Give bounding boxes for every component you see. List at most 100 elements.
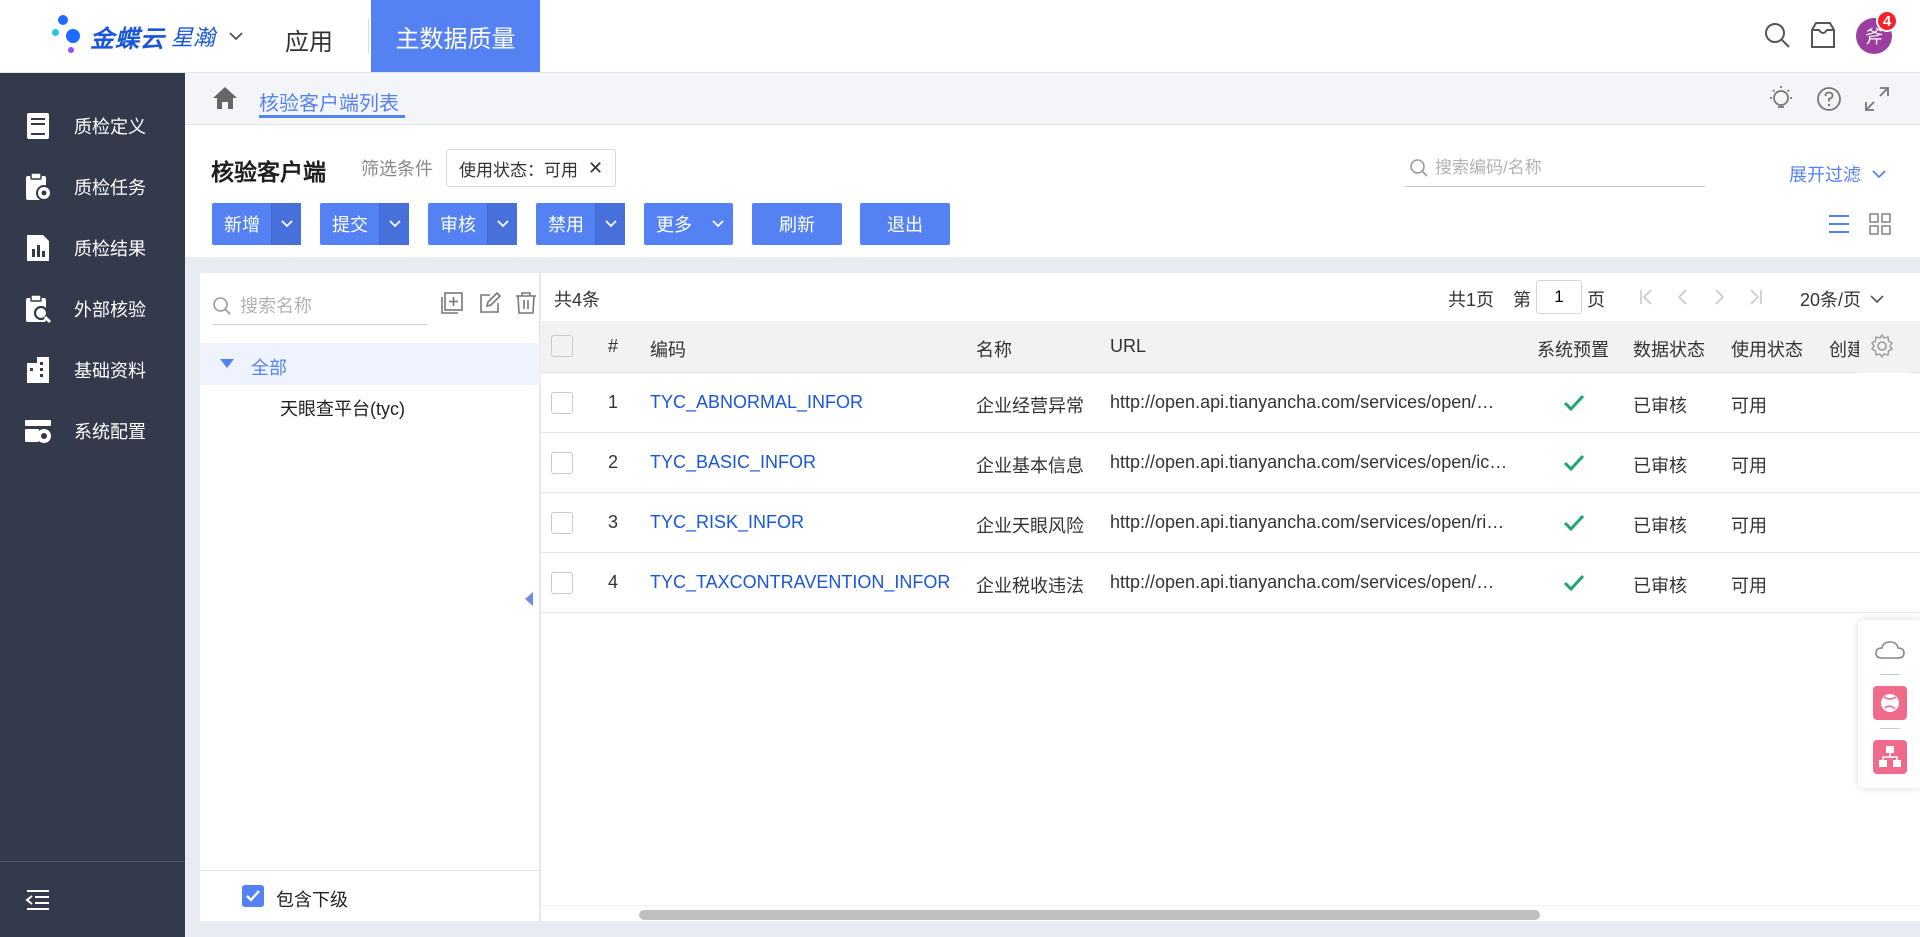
column-header[interactable]: URL [1110, 336, 1146, 357]
horizontal-scrollbar[interactable] [541, 905, 1920, 921]
collapse-sidebar-icon[interactable] [24, 888, 52, 912]
column-header[interactable]: 创建 [1829, 336, 1863, 362]
row-checkbox[interactable] [551, 452, 573, 474]
list-view-icon[interactable] [1826, 211, 1852, 237]
sidebar-item-quality-task[interactable]: 质检任务 [0, 157, 185, 217]
page-size-label: 20条/页 [1800, 290, 1862, 310]
row-data-status: 已审核 [1633, 456, 1687, 476]
prev-page-icon[interactable] [1673, 287, 1693, 307]
add-node-icon[interactable] [440, 291, 464, 315]
org-chart-icon[interactable] [1873, 740, 1907, 774]
next-page-icon[interactable] [1709, 287, 1729, 307]
column-header[interactable]: 系统预置 [1537, 336, 1609, 362]
column-header[interactable]: 数据状态 [1633, 336, 1705, 362]
column-header[interactable]: 名称 [976, 336, 1012, 362]
include-children-checkbox[interactable] [242, 885, 264, 907]
row-url: http://open.api.tianyancha.com/services/… [1110, 452, 1508, 472]
search-field[interactable] [1405, 149, 1705, 187]
exit-button[interactable]: 退出 [860, 203, 950, 245]
disable-button[interactable]: 禁用 [536, 203, 625, 245]
add-button[interactable]: 新增 [212, 203, 301, 245]
row-code-link[interactable]: TYC_BASIC_INFOR [650, 452, 816, 473]
close-icon[interactable]: ✕ [588, 158, 603, 179]
search-icon[interactable] [1762, 20, 1792, 50]
more-button[interactable]: 更多 [644, 203, 733, 245]
edit-icon[interactable] [478, 291, 502, 315]
page-size-select[interactable]: 20条/页 [1800, 286, 1885, 312]
chevron-down-icon [388, 220, 401, 228]
tree-panel: 全部 天眼查平台(tyc) 包含下级 [200, 273, 540, 921]
sidebar-item-basic-data[interactable]: 基础资料 [0, 340, 185, 400]
page-number-input[interactable] [1536, 280, 1582, 314]
table-row[interactable]: 1 TYC_ABNORMAL_INFOR 企业经营异常 http://open.… [541, 373, 1920, 433]
chevron-down-icon [712, 220, 724, 228]
planet-icon[interactable] [1873, 686, 1907, 720]
column-header[interactable]: # [608, 336, 618, 357]
first-page-icon[interactable] [1637, 287, 1657, 307]
floating-divider [1880, 728, 1900, 729]
disable-dropdown[interactable] [595, 203, 625, 245]
expand-filter-button[interactable]: 展开过滤 [1789, 161, 1887, 187]
row-code-link[interactable]: TYC_RISK_INFOR [650, 512, 804, 533]
brand-logo[interactable]: 金蝶云 星瀚 [52, 10, 245, 62]
chevron-down-icon[interactable] [227, 27, 245, 45]
gear-icon[interactable] [1869, 333, 1895, 359]
submit-button[interactable]: 提交 [320, 203, 409, 245]
fullscreen-icon[interactable] [1863, 85, 1891, 113]
search-icon [213, 297, 231, 315]
nav-active-app[interactable]: 主数据质量 [371, 0, 540, 72]
table-row[interactable]: 4 TYC_TAXCONTRAVENTION_INFOR 企业税收违法 http… [541, 553, 1920, 613]
column-header[interactable]: 编码 [650, 336, 686, 362]
data-grid: 共4条 共1页 第 页 20条/页 # 编码 名称 URL 系统预置 数据状态 … [541, 273, 1920, 921]
inbox-icon[interactable] [1808, 20, 1838, 50]
refresh-button[interactable]: 刷新 [752, 203, 842, 245]
grid-view-icon[interactable] [1867, 211, 1893, 237]
search-input[interactable] [1435, 153, 1695, 183]
chevron-down-icon [604, 220, 617, 228]
sidebar-item-quality-definition[interactable]: 质检定义 [0, 96, 185, 156]
tree-node-tyc[interactable]: 天眼查平台(tyc) [280, 395, 405, 421]
home-icon[interactable] [211, 85, 239, 111]
nav-apps[interactable]: 应用 [285, 22, 333, 57]
row-url: http://open.api.tianyancha.com/services/… [1110, 572, 1508, 592]
sidebar: 质检定义 质检任务 质检结果 外部核验 基础资料 系统配置 [0, 73, 185, 937]
tree-search-input[interactable] [240, 291, 426, 321]
table-row[interactable]: 2 TYC_BASIC_INFOR 企业基本信息 http://open.api… [541, 433, 1920, 493]
delete-icon[interactable] [514, 291, 538, 315]
last-page-icon[interactable] [1745, 287, 1765, 307]
tab-verify-client-list[interactable]: 核验客户端列表 [259, 87, 399, 116]
row-checkbox[interactable] [551, 392, 573, 414]
row-number: 3 [608, 512, 619, 532]
row-checkbox[interactable] [551, 512, 573, 534]
row-code-link[interactable]: TYC_ABNORMAL_INFOR [650, 392, 863, 413]
check-icon [1563, 394, 1585, 412]
check-icon [1563, 514, 1585, 532]
submit-dropdown[interactable] [379, 203, 409, 245]
help-icon[interactable] [1815, 85, 1843, 113]
audit-button[interactable]: 审核 [428, 203, 517, 245]
audit-dropdown[interactable] [487, 203, 517, 245]
table-row[interactable]: 3 TYC_RISK_INFOR 企业天眼风险 http://open.api.… [541, 493, 1920, 553]
notification-badge: 4 [1876, 10, 1898, 32]
row-use-status: 可用 [1731, 576, 1767, 596]
scrollbar-thumb[interactable] [639, 910, 1540, 920]
tree-search-field[interactable] [212, 287, 428, 325]
column-header[interactable]: 使用状态 [1731, 336, 1803, 362]
row-number: 2 [608, 452, 619, 472]
caret-down-icon[interactable] [220, 359, 234, 368]
row-url: http://open.api.tianyancha.com/services/… [1110, 512, 1505, 532]
lightbulb-icon[interactable] [1767, 85, 1795, 113]
audit-button-label: 审核 [440, 215, 476, 235]
sidebar-item-system-config[interactable]: 系统配置 [0, 401, 185, 461]
select-all-checkbox[interactable] [551, 335, 573, 357]
more-button-label: 更多 [656, 215, 692, 235]
add-dropdown[interactable] [271, 203, 301, 245]
sidebar-item-quality-result[interactable]: 质检结果 [0, 218, 185, 278]
row-checkbox[interactable] [551, 572, 573, 594]
filter-chip[interactable]: 使用状态：可用 ✕ [446, 149, 617, 187]
tree-node-all[interactable]: 全部 [200, 343, 540, 385]
sidebar-item-external-verify[interactable]: 外部核验 [0, 279, 185, 339]
row-code-link[interactable]: TYC_TAXCONTRAVENTION_INFOR [650, 572, 950, 593]
list-header: 核验客户端 筛选条件 使用状态：可用 ✕ 展开过滤 新增 提交 审核 禁用 更多… [185, 125, 1920, 257]
cloud-icon[interactable] [1873, 634, 1907, 668]
